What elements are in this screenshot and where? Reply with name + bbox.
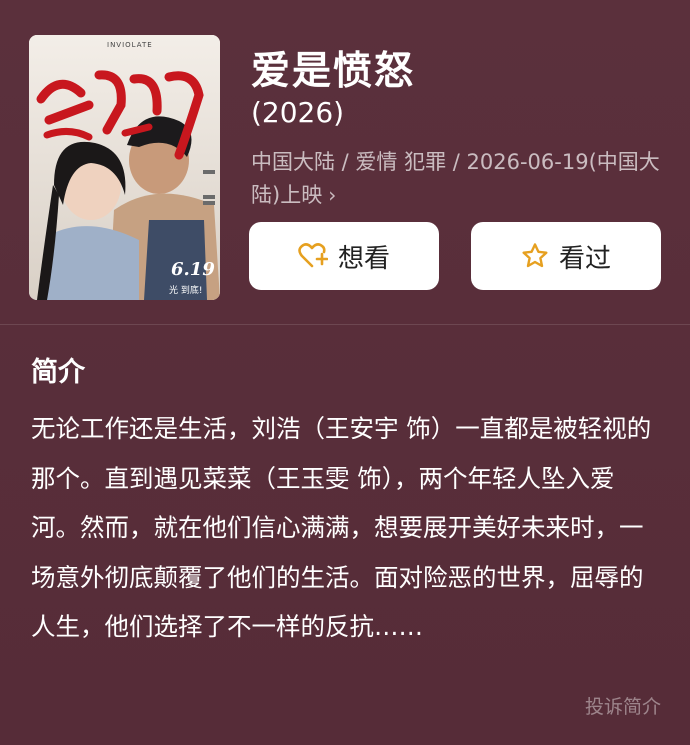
movie-year: (2026) — [251, 96, 345, 129]
want-to-watch-button[interactable]: 想看 — [249, 222, 439, 290]
section-divider — [0, 324, 690, 325]
watched-label: 看过 — [558, 243, 611, 274]
movie-meta-text: 中国大陆 / 爱情 犯罪 / 2026-06-19(中国大陆)上映 — [251, 150, 660, 207]
poster-tagline: 光 到底! — [169, 286, 203, 296]
want-to-watch-label: 想看 — [337, 243, 390, 274]
movie-title: 爱是愤怒 — [251, 49, 416, 94]
intro-text: 无论工作还是生活，刘浩（王安宇 饰）一直都是被轻视的那个。直到遇见菜菜（王玉雯 … — [31, 414, 652, 641]
movie-detail-page: INVIOLATE 6.19 光 到底! 爱是愤怒 (2026) 中国大陆 / … — [0, 0, 690, 745]
intro-heading: 简介 — [31, 357, 85, 388]
heart-plus-icon — [298, 243, 328, 268]
movie-meta-link[interactable]: 中国大陆 / 爱情 犯罪 / 2026-06-19(中国大陆)上映 › — [251, 146, 666, 212]
movie-header: INVIOLATE 6.19 光 到底! 爱是愤怒 (2026) 中国大陆 / … — [0, 0, 690, 324]
chevron-right-icon: › — [328, 183, 337, 207]
star-icon — [522, 243, 548, 268]
poster-date: 6.19 — [171, 259, 215, 280]
report-intro-link[interactable]: 投诉简介 — [585, 692, 661, 719]
movie-poster[interactable]: INVIOLATE 6.19 光 到底! — [29, 35, 220, 300]
poster-english-title: INVIOLATE — [107, 41, 153, 49]
watched-button[interactable]: 看过 — [471, 222, 661, 290]
